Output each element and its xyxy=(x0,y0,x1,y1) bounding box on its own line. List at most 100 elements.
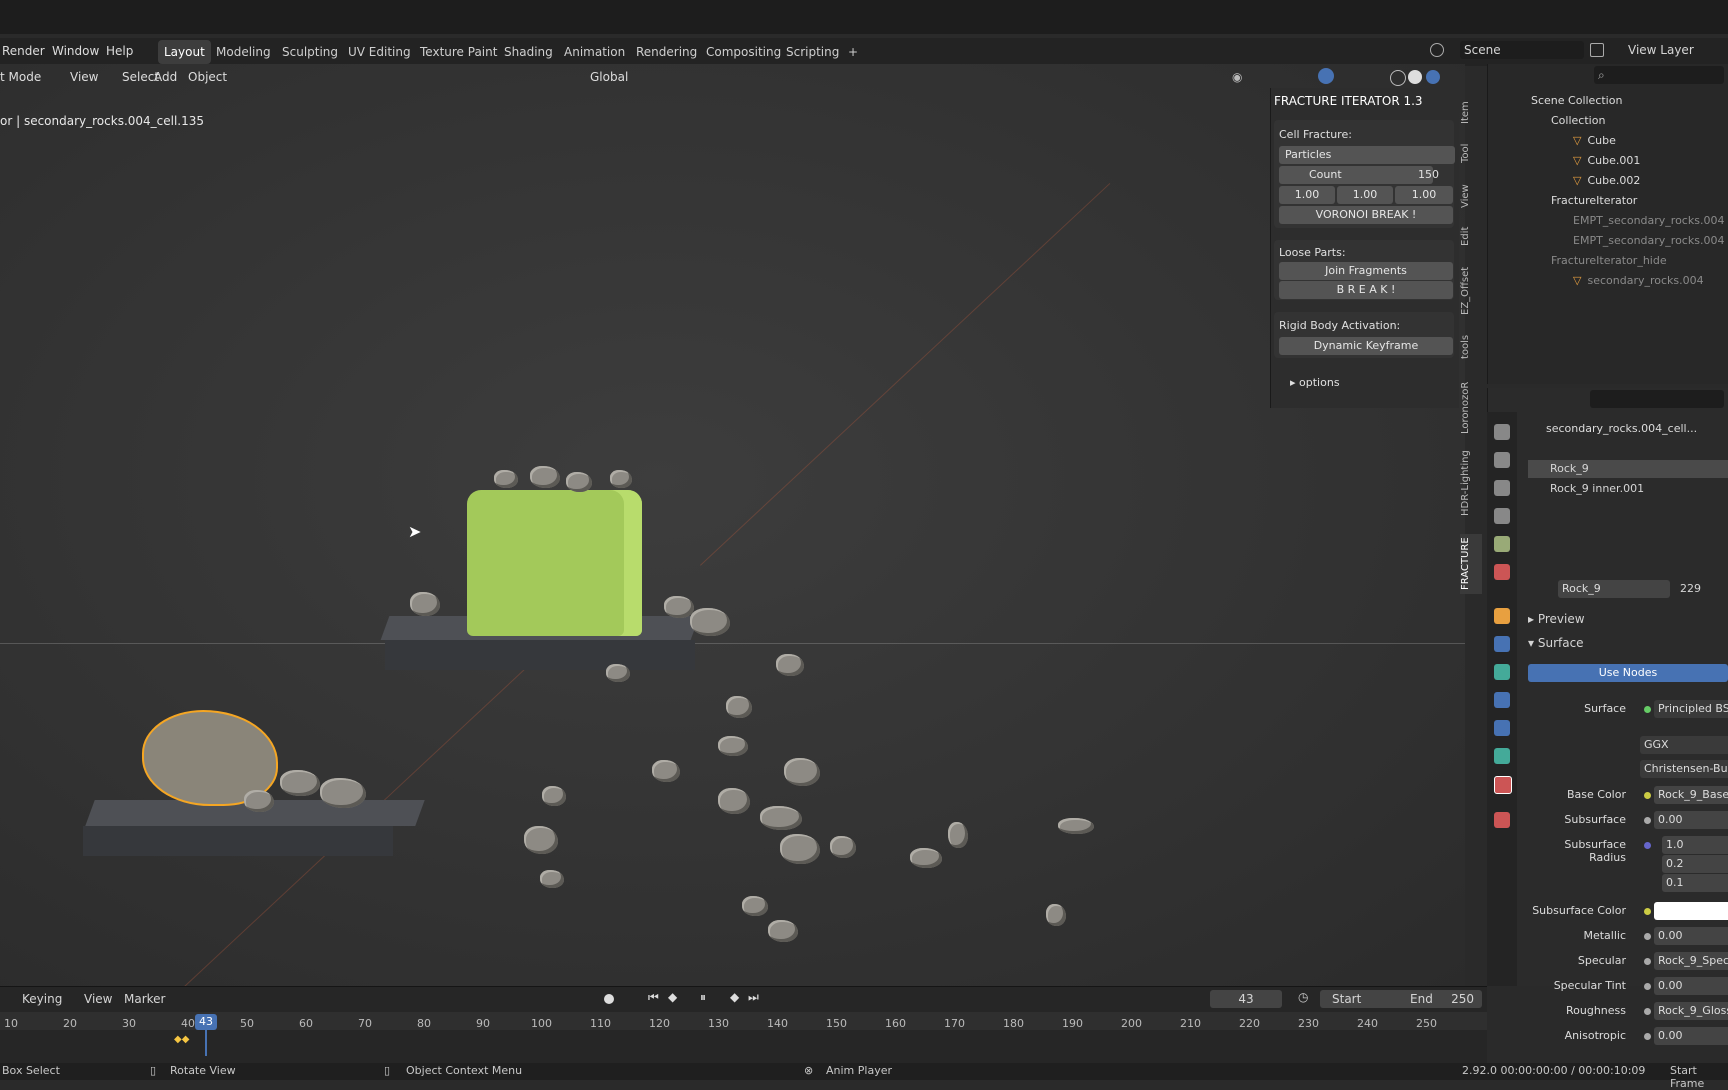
playhead[interactable]: 43 xyxy=(195,1014,217,1030)
copy-scene-icon[interactable] xyxy=(1590,43,1604,57)
subsurface-radius-z[interactable]: 0.1 xyxy=(1662,874,1728,892)
base-color-field[interactable]: Rock_9_Base_ xyxy=(1654,786,1728,804)
voronoi-break-button[interactable]: VORONOI BREAK ! xyxy=(1279,206,1453,224)
subsurface-method-dropdown[interactable]: Christensen-Burle xyxy=(1640,760,1728,778)
outliner-empt2[interactable]: EMPT_secondary_rocks.004 xyxy=(1487,232,1728,250)
timeline-view-menu[interactable]: View xyxy=(84,992,112,1006)
rock-fragment[interactable] xyxy=(690,608,730,636)
prev-keyframe-icon[interactable]: ◆ xyxy=(668,990,677,1004)
metallic-field[interactable]: 0.00 xyxy=(1654,927,1728,945)
overlay-icon[interactable] xyxy=(1318,68,1334,84)
render-tab-icon[interactable] xyxy=(1494,452,1510,468)
count-field[interactable]: 150 xyxy=(1418,168,1439,181)
tool-tab-icon[interactable] xyxy=(1494,424,1510,440)
add-workspace-button[interactable]: + xyxy=(842,40,864,64)
rock-fragment[interactable] xyxy=(830,836,856,858)
constraints-tab-icon[interactable] xyxy=(1494,720,1510,736)
tab-view[interactable]: View xyxy=(1460,180,1482,212)
outliner-scene-collection[interactable]: Scene Collection xyxy=(1487,92,1728,110)
rock-fragment[interactable] xyxy=(776,654,804,676)
scale-z-field[interactable]: 1.00 xyxy=(1395,186,1453,204)
material-slot-selected[interactable]: Rock_9 xyxy=(1528,460,1728,478)
tab-animation[interactable]: Animation xyxy=(558,40,631,64)
object-tab-icon[interactable] xyxy=(1494,608,1510,624)
tab-tools[interactable]: tools xyxy=(1460,330,1482,364)
scene-tab-icon[interactable] xyxy=(1494,536,1510,552)
tab-modeling[interactable]: Modeling xyxy=(210,40,277,64)
world-tab-icon[interactable] xyxy=(1494,564,1510,580)
texture-tab-icon[interactable] xyxy=(1494,812,1510,828)
use-nodes-button[interactable]: Use Nodes xyxy=(1528,664,1728,682)
rock-fragment[interactable] xyxy=(718,788,750,814)
tab-item[interactable]: Item xyxy=(1460,96,1482,130)
tab-uv-editing[interactable]: UV Editing xyxy=(342,40,417,64)
keyframe-marker-icon[interactable]: ◆◆ xyxy=(174,1034,189,1045)
material-shading-icon[interactable] xyxy=(1426,70,1440,84)
tab-sculpting[interactable]: Sculpting xyxy=(276,40,344,64)
green-cube[interactable] xyxy=(467,490,642,636)
menu-render[interactable]: Render xyxy=(2,44,45,58)
options-toggle[interactable]: ▸ options xyxy=(1290,376,1340,389)
modifier-tab-icon[interactable] xyxy=(1494,636,1510,652)
rock-fragment[interactable] xyxy=(610,470,632,488)
pause-icon[interactable]: ⏸ xyxy=(700,990,706,1005)
data-tab-icon[interactable] xyxy=(1494,748,1510,764)
surface-shader-field[interactable]: Principled BSD xyxy=(1654,700,1728,718)
material-users-count[interactable]: 229 xyxy=(1680,582,1701,595)
close-icon[interactable]: ⊗ xyxy=(804,1064,813,1077)
viewport-menu-view[interactable]: View xyxy=(70,70,98,84)
menu-help[interactable]: Help xyxy=(106,44,133,58)
transform-orientation[interactable]: Global xyxy=(590,70,628,84)
tab-loronozor[interactable]: LoronozoR xyxy=(1460,378,1482,438)
break-button[interactable]: B R E A K ! xyxy=(1279,281,1453,299)
timeline-marker-menu[interactable]: Marker xyxy=(124,992,165,1006)
particles-tab-icon[interactable] xyxy=(1494,664,1510,680)
tab-ez-offset[interactable]: EZ_Offset xyxy=(1460,260,1482,322)
rock-fragment[interactable] xyxy=(320,778,366,808)
tab-fracture[interactable]: FRACTURE xyxy=(1460,534,1482,594)
subsurface-radius-y[interactable]: 0.2 xyxy=(1662,855,1728,873)
particles-dropdown[interactable]: Particles xyxy=(1279,146,1455,164)
outliner-cube[interactable]: ▽ Cube xyxy=(1487,132,1728,150)
rock-fragment[interactable] xyxy=(760,806,802,830)
roughness-field[interactable]: Rock_9_Gloss xyxy=(1654,1002,1728,1020)
current-frame-field[interactable]: 43 xyxy=(1210,990,1282,1008)
scale-y-field[interactable]: 1.00 xyxy=(1337,186,1393,204)
tab-tool[interactable]: Tool xyxy=(1460,138,1482,168)
outliner-cube001[interactable]: ▽ Cube.001 xyxy=(1487,152,1728,170)
viewport-menu-add[interactable]: Add xyxy=(154,70,177,84)
visibility-icon[interactable]: ◉ xyxy=(1232,70,1242,84)
preview-section[interactable]: ▸ Preview xyxy=(1528,612,1585,626)
jump-start-icon[interactable]: ⏮ xyxy=(648,990,659,1005)
rock-fragment[interactable] xyxy=(244,790,274,812)
scale-x-field[interactable]: 1.00 xyxy=(1279,186,1335,204)
solid-shading-icon[interactable] xyxy=(1408,70,1422,84)
properties-search-input[interactable] xyxy=(1590,390,1724,408)
material-tab-icon[interactable] xyxy=(1494,776,1512,794)
jump-end-icon[interactable]: ⏭ xyxy=(748,990,759,1005)
outliner-cube002[interactable]: ▽ Cube.002 xyxy=(1487,172,1728,190)
outliner-search-input[interactable] xyxy=(1594,66,1724,84)
rock-fragment[interactable] xyxy=(784,758,820,786)
rock-fragment[interactable] xyxy=(910,848,942,868)
rock-fragment[interactable] xyxy=(768,920,798,942)
view-layer-selector[interactable]: View Layer xyxy=(1612,41,1728,59)
tab-layout[interactable]: Layout xyxy=(158,40,211,64)
outliner-fracture-hide[interactable]: FractureIterator_hide xyxy=(1487,252,1728,270)
tab-texture-paint[interactable]: Texture Paint xyxy=(414,40,503,64)
dynamic-keyframe-button[interactable]: Dynamic Keyframe xyxy=(1279,337,1453,355)
rock-fragment[interactable] xyxy=(948,822,968,848)
rock-fragment[interactable] xyxy=(652,760,680,782)
material-name-field[interactable]: Rock_9 xyxy=(1558,580,1670,598)
material-slot[interactable]: Rock_9 inner.001 xyxy=(1528,480,1728,498)
rock-fragment[interactable] xyxy=(780,834,820,864)
outliner-empt1[interactable]: EMPT_secondary_rocks.004 xyxy=(1487,212,1728,230)
rock-fragment[interactable] xyxy=(542,786,566,806)
rock-fragment[interactable] xyxy=(566,472,592,492)
outliner-secondary-rocks[interactable]: ▽ secondary_rocks.004 xyxy=(1487,272,1728,290)
rock-fragment[interactable] xyxy=(1058,818,1094,834)
rock-fragment[interactable] xyxy=(494,470,518,488)
rock-fragment[interactable] xyxy=(540,870,564,888)
subsurface-color-swatch[interactable] xyxy=(1654,902,1728,920)
wireframe-shading-icon[interactable] xyxy=(1390,70,1406,86)
